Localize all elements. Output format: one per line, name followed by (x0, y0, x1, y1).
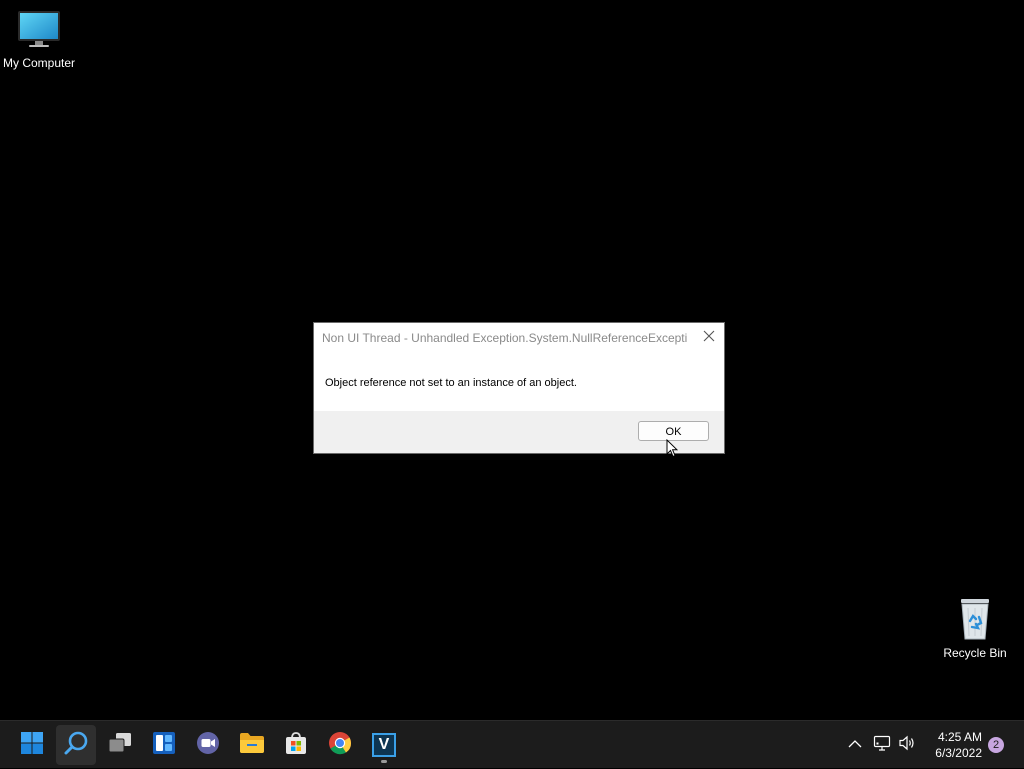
windows-logo-icon (20, 731, 44, 760)
running-indicator (381, 760, 387, 763)
start-button[interactable] (12, 725, 52, 765)
clock-date: 6/3/2022 (935, 746, 982, 760)
show-hidden-icons-button[interactable] (844, 721, 866, 769)
dialog-titlebar[interactable]: Non UI Thread - Unhandled Exception.Syst… (314, 323, 724, 353)
dialog-footer: OK (314, 411, 724, 453)
v-app-label: V (378, 736, 390, 753)
network-icon (873, 735, 891, 756)
store-icon (284, 731, 308, 760)
error-dialog: Non UI Thread - Unhandled Exception.Syst… (313, 322, 725, 454)
desktop-icon-label: Recycle Bin (943, 646, 1007, 660)
folder-icon (239, 732, 265, 759)
network-button[interactable] (871, 721, 893, 769)
recycle-bin-icon (936, 598, 1014, 643)
volume-button[interactable] (896, 721, 918, 769)
monitor-icon (0, 10, 78, 53)
v-app-icon: V (372, 733, 396, 757)
task-view-icon (107, 731, 133, 760)
chat-button[interactable] (188, 725, 228, 765)
search-icon (63, 730, 89, 761)
dialog-title: Non UI Thread - Unhandled Exception.Syst… (322, 331, 688, 345)
volume-icon (898, 735, 916, 756)
chrome-icon (328, 731, 352, 760)
chevron-up-icon (848, 736, 862, 754)
dialog-message: Object reference not set to an instance … (325, 377, 577, 389)
v-app-button[interactable]: V (364, 725, 404, 765)
chrome-button[interactable] (320, 725, 360, 765)
close-button[interactable] (698, 327, 720, 349)
widgets-icon (152, 731, 176, 760)
task-view-button[interactable] (100, 725, 140, 765)
chat-icon (195, 730, 221, 761)
taskbar: V 4:25 AM 6/3/2022 2 (0, 720, 1024, 768)
clock-time: 4:25 AM (937, 730, 982, 744)
store-button[interactable] (276, 725, 316, 765)
widgets-button[interactable] (144, 725, 184, 765)
clock[interactable]: 4:25 AM 6/3/2022 (935, 729, 982, 761)
search-button[interactable] (56, 725, 96, 765)
notification-badge[interactable]: 2 (988, 737, 1004, 753)
mouse-cursor-icon (666, 438, 679, 458)
desktop-icon-recycle-bin[interactable]: Recycle Bin (936, 598, 1014, 660)
ok-button[interactable]: OK (638, 421, 709, 441)
close-icon (703, 329, 715, 347)
desktop-icon-label: My Computer (2, 56, 76, 70)
file-explorer-button[interactable] (232, 725, 272, 765)
desktop-icon-my-computer[interactable]: My Computer (0, 10, 78, 70)
